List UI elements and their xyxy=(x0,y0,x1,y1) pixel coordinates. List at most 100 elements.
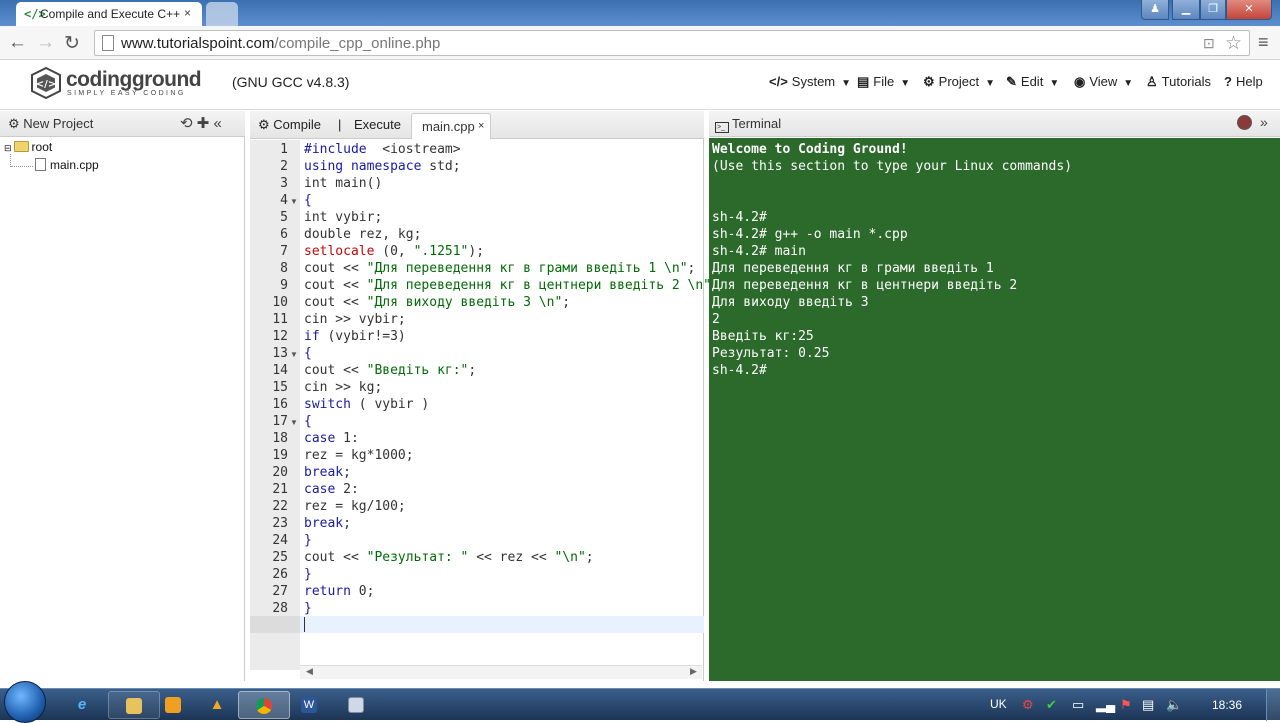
editor-tab-main-cpp[interactable]: main.cpp × xyxy=(411,113,491,139)
code-line: { xyxy=(304,346,312,361)
code-token: "Результат: " xyxy=(366,550,469,565)
word-taskbar-button[interactable]: W xyxy=(290,691,328,719)
code-token: cin >> kg; xyxy=(304,380,383,395)
power-icon[interactable]: ▤ xyxy=(1142,697,1154,713)
tree-folder-root[interactable]: ⊟ root xyxy=(4,140,52,154)
menu-file-label: File xyxy=(873,74,895,89)
profile-icon[interactable]: ♟ xyxy=(1141,0,1169,20)
menu-system[interactable]: </> System ▼ xyxy=(769,74,851,89)
code-icon: </> xyxy=(769,74,788,89)
address-bar[interactable]: www.tutorialspoint.com/compile_cpp_onlin… xyxy=(94,30,1250,56)
terminal-output[interactable]: Welcome to Coding Ground! (Use this secti… xyxy=(709,138,1280,681)
code-token: ( vybir ) xyxy=(350,397,430,412)
code-line: #include <iostream> xyxy=(304,142,461,157)
add-icon[interactable]: ✚ xyxy=(197,115,210,132)
browser-tab-active[interactable]: </> Compile and Execute C++ × xyxy=(16,2,202,26)
code-token: using namespace xyxy=(304,159,422,174)
horizontal-scrollbar[interactable]: ◀ ▶ xyxy=(300,665,702,679)
new-tab-button[interactable] xyxy=(206,2,238,26)
menu-help-label: Help xyxy=(1235,74,1263,89)
execute-button[interactable]: Execute xyxy=(354,117,401,132)
gear-icon: ⚙ xyxy=(8,116,24,131)
close-window-button[interactable]: ✕ xyxy=(1226,0,1272,20)
back-arrow-icon[interactable]: ← xyxy=(8,32,27,54)
code-token: "Введіть кг:" xyxy=(366,363,469,378)
codingground-logo-icon[interactable]: </> xyxy=(30,67,62,99)
compile-button[interactable]: ⚙ Compile xyxy=(258,117,321,133)
logo-wordmark[interactable]: codingground xyxy=(66,68,202,92)
play-icon xyxy=(165,697,181,714)
editor-toolbar: ⚙ Compile | Execute main.cpp × xyxy=(250,111,704,139)
close-tab-icon[interactable]: × xyxy=(478,120,484,132)
menu-view[interactable]: ◉ View ▼ xyxy=(1074,74,1133,90)
code-token: "\n" xyxy=(554,550,586,565)
chrome-icon xyxy=(256,698,272,715)
menu-help[interactable]: ? Help xyxy=(1224,74,1263,89)
tab-close-icon[interactable]: × xyxy=(184,6,191,20)
taskbar-clock[interactable]: 18:36 xyxy=(1212,698,1242,712)
code-editor-panel: ⚙ Compile | Execute main.cpp × 1 2 3 4 ▼ 5 6 7 8… xyxy=(250,111,711,681)
collapse-left-icon[interactable]: « xyxy=(214,115,222,132)
folder-icon xyxy=(126,698,142,715)
tree-collapse-icon[interactable]: ⊟ xyxy=(4,143,12,153)
code-text-area[interactable]: #include <iostream> using namespace std; i… xyxy=(250,140,711,665)
reload-icon[interactable]: ↻ xyxy=(64,32,80,55)
scroll-right-icon[interactable]: ▶ xyxy=(690,666,697,677)
file-explorer-icon[interactable] xyxy=(108,691,160,719)
code-token: 1: xyxy=(335,431,359,446)
translate-icon[interactable]: ⊡ xyxy=(1203,35,1215,52)
network-icon[interactable]: ▂▄ xyxy=(1096,697,1115,713)
code-token: "Для переведення кг в грами введіть 1 \n… xyxy=(366,261,688,276)
menu-edit[interactable]: ✎ Edit ▼ xyxy=(1006,74,1059,90)
caret-down-icon: ▼ xyxy=(841,78,852,89)
page-icon xyxy=(102,35,114,51)
collapse-right-icon[interactable]: » xyxy=(1260,114,1268,130)
menu-view-label: View xyxy=(1089,74,1118,89)
logo-tagline: SIMPLY EASY CODING xyxy=(67,90,186,97)
gear-icon: ⚙ xyxy=(923,74,935,89)
code-line: setlocale (0, ".1251"); xyxy=(304,244,484,259)
help-icon: ? xyxy=(1224,74,1232,89)
new-project-button[interactable]: ⚙ New Project xyxy=(8,116,93,132)
code-token: "Для виходу введіть 3 \n" xyxy=(366,295,563,310)
internet-explorer-icon[interactable]: e xyxy=(56,691,108,719)
media-player-icon[interactable] xyxy=(158,691,188,719)
language-indicator[interactable]: UK xyxy=(990,697,1007,711)
tray-app-icon[interactable]: ⚙ xyxy=(1022,697,1034,713)
code-line: cout << "Введіть кг:"; xyxy=(304,363,476,378)
tree-file-main-cpp[interactable]: main.cpp xyxy=(35,158,99,172)
tray-check-icon[interactable]: ✔ xyxy=(1046,697,1057,713)
minimize-button[interactable]: ▁ xyxy=(1172,0,1200,20)
terminal-line: sh-4.2# g++ -o main *.cpp xyxy=(712,227,908,242)
menu-file[interactable]: ▤ File ▼ xyxy=(857,74,910,90)
chrome-menu-icon[interactable]: ≡ xyxy=(1258,32,1269,53)
volume-icon[interactable]: 🔈 xyxy=(1166,697,1182,713)
scroll-left-icon[interactable]: ◀ xyxy=(306,666,313,677)
code-token: ; xyxy=(585,550,594,565)
vlc-icon[interactable]: ▲ xyxy=(193,691,241,719)
start-button[interactable] xyxy=(4,681,46,723)
show-desktop-button[interactable] xyxy=(1266,689,1280,721)
tray-monitor-icon[interactable]: ▭ xyxy=(1072,697,1084,713)
file-icon xyxy=(35,158,46,171)
terminal-line: sh-4.2# main xyxy=(712,244,806,259)
forward-arrow-icon[interactable]: → xyxy=(36,32,55,54)
code-token: std; xyxy=(421,159,461,174)
code-token: { xyxy=(304,193,312,208)
calculator-taskbar-button[interactable] xyxy=(330,691,382,719)
menu-tutorials[interactable]: ♙ Tutorials xyxy=(1146,74,1211,90)
menu-project[interactable]: ⚙ Project ▼ xyxy=(923,74,995,90)
maximize-button[interactable]: ❐ xyxy=(1200,0,1226,20)
code-token: switch xyxy=(304,397,351,412)
flag-icon[interactable]: ⚑ xyxy=(1120,697,1132,713)
code-line: rez = kg*1000; xyxy=(304,448,414,463)
code-line: } xyxy=(304,601,312,616)
chrome-taskbar-button[interactable] xyxy=(238,691,290,719)
bookmark-star-icon[interactable]: ☆ xyxy=(1225,32,1242,55)
tree-connector xyxy=(11,166,33,167)
code-line: case 1: xyxy=(304,431,359,446)
terminal-line: Результат: 0.25 xyxy=(712,346,830,361)
globe-icon[interactable] xyxy=(1237,115,1252,130)
code-token: (0, xyxy=(374,244,414,259)
refresh-icon[interactable]: ⟲ xyxy=(180,115,193,132)
